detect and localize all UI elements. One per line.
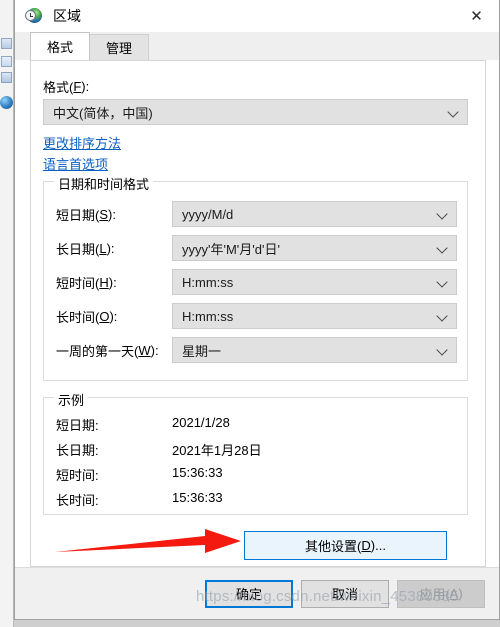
- format-tab-page: 格式(F): 中文(简体，中国) 更改排序方法 语言首选项 日期和时间格式 短日…: [30, 60, 486, 567]
- tab-format[interactable]: 格式: [30, 32, 91, 60]
- long-date-label: 长日期(L):: [56, 239, 115, 258]
- first-day-of-week-combobox-value: 星期一: [182, 343, 222, 359]
- short-date-label-head: 短日期(: [56, 208, 100, 223]
- chevron-down-icon: [436, 275, 450, 289]
- first-day-label-head: 一周的第一天(: [56, 344, 139, 359]
- short-date-combobox-value: yyyy/M/d: [182, 206, 234, 222]
- command-button-bar: 确定 取消 应用(A): [15, 567, 499, 619]
- long-time-label-accel: O: [99, 309, 110, 324]
- chevron-down-icon: [436, 309, 450, 323]
- chevron-down-icon: [436, 343, 450, 357]
- examples-legend: 示例: [54, 390, 89, 409]
- example-short-time-value-text: 15:36:33: [172, 465, 223, 480]
- example-long-date-value: 2021年1月28日: [172, 440, 262, 459]
- link-change-sorting-method[interactable]: 更改排序方法: [43, 133, 121, 152]
- short-date-label: 短日期(S):: [56, 205, 116, 224]
- chevron-down-icon: [436, 241, 450, 255]
- long-date-label-head: 长日期(: [56, 242, 100, 257]
- tab-administrative[interactable]: 管理: [89, 34, 150, 60]
- other-settings-button[interactable]: 其他设置(D)...: [244, 531, 447, 560]
- datetime-formats-legend: 日期和时间格式: [54, 174, 154, 193]
- first-day-of-week-label: 一周的第一天(W):: [56, 341, 159, 360]
- example-short-time-label-text: 短时间:: [56, 468, 99, 483]
- examples-group: 示例 短日期: 2021/1/28 长日期: 2021年1月28日 短时间: 1…: [43, 390, 468, 515]
- example-long-date-value-text: 2021年1月28日: [172, 443, 262, 458]
- example-long-time-value-text: 15:36:33: [172, 490, 223, 505]
- background-icon-2: [1, 56, 12, 67]
- long-date-label-tail: ):: [106, 241, 115, 256]
- example-short-date-label: 短日期:: [56, 415, 99, 434]
- background-globe-icon: [0, 96, 13, 109]
- example-long-time-label-text: 长时间:: [56, 493, 99, 508]
- region-globe-clock-icon: [25, 7, 43, 25]
- short-date-label-tail: ):: [108, 207, 116, 222]
- other-settings-label-tail: )...: [370, 538, 386, 553]
- example-short-date-value-text: 2021/1/28: [172, 415, 230, 430]
- apply-button-accel: A: [449, 586, 459, 601]
- chevron-down-icon: [436, 207, 450, 221]
- chevron-down-icon: [447, 105, 461, 119]
- format-label-accel: F: [73, 79, 82, 94]
- format-label-row: 格式(F):: [43, 77, 89, 96]
- example-short-date-label-text: 短日期:: [56, 418, 99, 433]
- background-icon-1: [1, 38, 12, 49]
- first-day-label-tail: ):: [150, 343, 159, 358]
- cancel-button[interactable]: 取消: [301, 579, 389, 608]
- apply-button-label-head: 应用(: [419, 587, 450, 602]
- long-time-label-tail: ):: [109, 309, 118, 324]
- long-time-label-head: 长时间(: [56, 310, 100, 325]
- short-time-label: 短时间(H):: [56, 273, 117, 292]
- example-short-time-value: 15:36:33: [172, 465, 223, 480]
- example-short-date-value: 2021/1/28: [172, 415, 230, 430]
- example-long-time-value: 15:36:33: [172, 490, 223, 505]
- format-label-head: 格式(: [43, 80, 74, 95]
- example-long-time-label: 长时间:: [56, 490, 99, 509]
- datetime-formats-group: 日期和时间格式 短日期(S): yyyy/M/d 长日期(L): yyyy'年'…: [43, 174, 468, 381]
- example-long-date-label: 长日期:: [56, 440, 99, 459]
- background-window-sliver: [0, 0, 14, 627]
- short-time-label-tail: ):: [108, 275, 117, 290]
- short-date-label-accel: S: [99, 207, 109, 222]
- long-time-combobox-value: H:mm:ss: [182, 308, 234, 324]
- short-time-label-head: 短时间(: [56, 276, 100, 291]
- short-date-combobox[interactable]: yyyy/M/d: [172, 201, 457, 227]
- link-language-preferences[interactable]: 语言首选项: [43, 154, 108, 173]
- first-day-of-week-combobox[interactable]: 星期一: [172, 337, 457, 363]
- short-time-combobox-value: H:mm:ss: [182, 274, 234, 290]
- example-long-date-label-text: 长日期:: [56, 443, 99, 458]
- format-combobox[interactable]: 中文(简体，中国): [43, 99, 468, 125]
- close-icon[interactable]: ✕: [454, 0, 499, 31]
- ok-button[interactable]: 确定: [205, 579, 293, 608]
- first-day-label-accel: W: [138, 343, 151, 358]
- example-short-time-label: 短时间:: [56, 465, 99, 484]
- tab-strip: 格式 管理: [15, 32, 499, 60]
- clock-icon: [25, 10, 36, 21]
- long-date-combobox[interactable]: yyyy'年'M'月'd'日': [172, 235, 457, 261]
- long-time-label: 长时间(O):: [56, 307, 117, 326]
- format-combobox-value: 中文(简体，中国): [53, 105, 153, 121]
- other-settings-label-head: 其他设置(: [305, 539, 362, 554]
- short-time-label-accel: H: [99, 275, 109, 290]
- window-title: 区域: [53, 8, 81, 24]
- other-settings-accel: D: [361, 538, 371, 553]
- long-time-combobox[interactable]: H:mm:ss: [172, 303, 457, 329]
- format-label-tail: ):: [81, 79, 90, 94]
- title-bar: 区域 ✕: [15, 0, 499, 32]
- long-date-combobox-value: yyyy'年'M'月'd'日': [182, 241, 280, 257]
- region-dialog-window: 区域 ✕ 格式 管理 格式(F): 中文(简体，中国) 更改排序方法 语言首选项…: [14, 0, 500, 620]
- long-date-label-accel: L: [99, 241, 107, 256]
- apply-button[interactable]: 应用(A): [397, 579, 485, 608]
- background-icon-3: [1, 72, 12, 83]
- apply-button-label-tail: ): [458, 586, 463, 601]
- short-time-combobox[interactable]: H:mm:ss: [172, 269, 457, 295]
